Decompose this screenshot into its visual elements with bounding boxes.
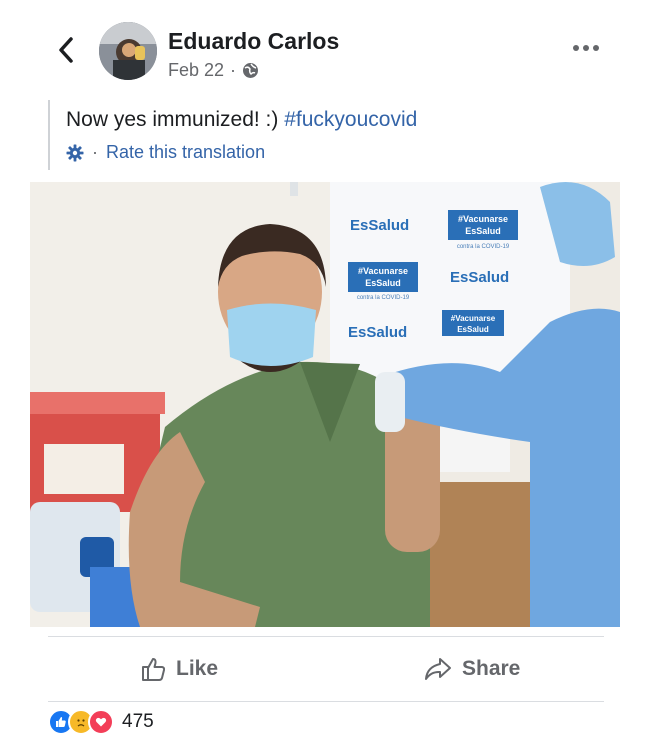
banner-brand-1: EsSalud <box>350 217 409 234</box>
post-text: Now yes immunized! :) #fuckyoucovid <box>66 108 417 132</box>
thumbs-up-icon <box>142 658 166 681</box>
banner-brand-3: EsSalud <box>348 324 407 341</box>
reaction-count: 475 <box>122 711 154 732</box>
post-header: Eduardo Carlos Feb 22 · <box>0 0 672 96</box>
banner-tag-1a: #Vacunarse <box>458 214 508 224</box>
banner-tag-2a: #Vacunarse <box>358 266 408 276</box>
post-date[interactable]: Feb 22 <box>168 60 224 81</box>
post-photo[interactable]: EsSalud EsSalud EsSalud #Vacunarse EsSal… <box>30 182 620 627</box>
reactions-summary[interactable]: 475 <box>48 709 154 735</box>
share-button[interactable]: Share <box>424 651 520 687</box>
author-name[interactable]: Eduardo Carlos <box>168 28 339 55</box>
share-arrow-icon <box>425 658 451 680</box>
more-dots-icon <box>573 45 599 51</box>
back-button[interactable] <box>48 30 84 70</box>
banner-small-2: contra la COVID-19 <box>357 295 410 301</box>
post-action-bar: Like Share <box>48 636 604 702</box>
translation-row: · Rate this translation <box>66 142 265 163</box>
banner-tag-2b: EsSalud <box>365 278 401 288</box>
globe-icon <box>243 63 259 78</box>
chevron-left-icon <box>59 37 73 63</box>
post-meta: Feb 22 · <box>168 60 259 81</box>
gear-icon <box>66 144 84 161</box>
banner-tag-1b: EsSalud <box>465 226 501 236</box>
like-button[interactable]: Like <box>140 651 218 687</box>
author-avatar[interactable] <box>99 22 157 80</box>
more-options-button[interactable] <box>566 36 606 60</box>
banner-brand-2: EsSalud <box>450 269 509 286</box>
translation-separator: · <box>92 142 98 162</box>
meta-separator: · <box>230 60 237 80</box>
banner-tag-3b: EsSalud <box>457 325 489 334</box>
rate-translation-link[interactable]: Rate this translation <box>106 142 265 163</box>
banner-small-1: contra la COVID-19 <box>457 244 510 250</box>
post-text-body: Now yes immunized! :) <box>66 108 285 131</box>
banner-tag-3a: #Vacunarse <box>451 314 496 323</box>
like-label: Like <box>176 657 219 680</box>
love-reaction-icon <box>88 709 114 735</box>
avatar-image <box>99 22 157 80</box>
hashtag-link[interactable]: #fuckyoucovid <box>284 108 417 131</box>
post-text-block: Now yes immunized! :) #fuckyoucovid · Ra… <box>48 100 610 170</box>
vaccination-photo-illustration: EsSalud EsSalud EsSalud #Vacunarse EsSal… <box>30 182 620 627</box>
share-label: Share <box>462 657 521 680</box>
